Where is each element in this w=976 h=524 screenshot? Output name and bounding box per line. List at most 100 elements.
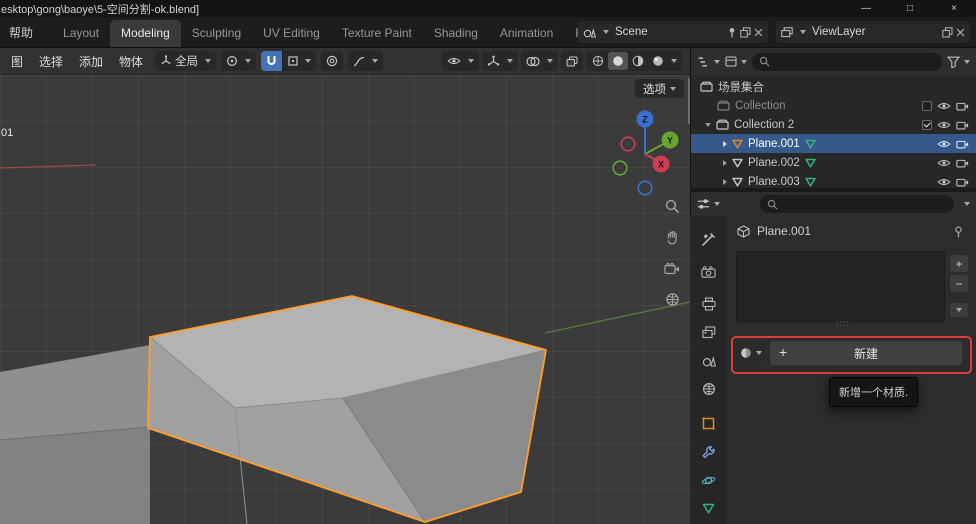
hide-eye-toggle[interactable] <box>937 158 951 168</box>
tab-modeling[interactable]: Modeling <box>110 20 181 47</box>
tab-texture-paint[interactable]: Texture Paint <box>331 20 423 47</box>
browse-material-dropdown[interactable] <box>736 341 766 365</box>
unlink-scene-icon[interactable] <box>754 28 763 37</box>
shading-wireframe-button[interactable] <box>588 52 608 70</box>
viewport-3d[interactable]: 选项 01 Z Y X <box>0 75 690 524</box>
expand-icon[interactable] <box>723 141 727 147</box>
camera-render-toggle[interactable] <box>956 177 969 187</box>
shading-solid-button[interactable] <box>608 52 628 70</box>
gizmos-dropdown[interactable] <box>482 51 518 71</box>
tab-object-data-icon[interactable] <box>698 498 719 519</box>
outliner-row-collection[interactable]: Collection <box>691 96 976 115</box>
hide-eye-toggle[interactable] <box>937 177 951 187</box>
filter-dropdown[interactable] <box>947 56 970 68</box>
tab-view-layer-icon[interactable] <box>698 322 719 343</box>
maximize-button[interactable]: □ <box>888 0 932 17</box>
shading-material-button[interactable] <box>628 52 648 70</box>
minimize-button[interactable]: — <box>844 0 888 17</box>
gizmo-neg-y[interactable] <box>613 161 627 175</box>
camera-render-toggle[interactable] <box>956 139 969 149</box>
overlays-dropdown[interactable] <box>521 51 558 71</box>
tab-scene-icon[interactable] <box>698 350 719 371</box>
snap-settings-dropdown[interactable] <box>282 51 316 71</box>
menu-add[interactable]: 添加 <box>72 53 110 70</box>
tab-output-icon[interactable] <box>698 293 719 314</box>
expand-icon[interactable] <box>723 179 727 185</box>
proportional-falloff-dropdown[interactable] <box>348 51 383 71</box>
slot-specials-dropdown[interactable] <box>950 303 968 317</box>
hide-eye-toggle[interactable] <box>937 139 951 149</box>
material-slot-list[interactable] <box>736 251 945 322</box>
add-slot-button[interactable]: + <box>950 255 968 272</box>
tab-tool-icon[interactable] <box>698 229 719 250</box>
collection-icon <box>716 119 729 130</box>
close-button[interactable]: × <box>932 0 976 17</box>
properties-tab-strip <box>690 216 727 524</box>
viewlayer-selector[interactable]: ViewLayer <box>776 21 970 43</box>
viewport-canvas[interactable] <box>0 75 690 524</box>
menu-select[interactable]: 选择 <box>32 53 70 70</box>
outliner-row-plane-001[interactable]: Plane.001 <box>691 134 976 153</box>
display-mode-dropdown[interactable] <box>725 56 747 67</box>
tab-modifiers-icon[interactable] <box>698 442 719 463</box>
expand-icon[interactable] <box>723 160 727 166</box>
outliner-scrollbar[interactable] <box>688 78 690 124</box>
proportional-editing-toggle[interactable] <box>321 51 343 71</box>
panel-resize-grip[interactable]: :::: <box>828 318 858 328</box>
tab-render-icon[interactable] <box>698 261 719 282</box>
outliner-row-scene-collection[interactable]: 场景集合 <box>691 77 976 96</box>
tab-object-icon[interactable] <box>698 413 719 434</box>
pan-hand-button[interactable] <box>662 227 682 247</box>
tab-physics-icon[interactable] <box>698 470 719 491</box>
menu-help[interactable]: 帮助 <box>0 24 42 41</box>
magnet-icon <box>266 55 277 67</box>
unselected-mesh-box[interactable] <box>0 345 150 524</box>
outliner-row-plane-002[interactable]: Plane.002 <box>691 153 976 172</box>
navigation-gizmo[interactable]: Z Y X <box>595 107 695 202</box>
outliner-search-input[interactable] <box>752 53 942 71</box>
camera-view-button[interactable] <box>662 259 682 279</box>
snap-toggle[interactable] <box>261 51 282 71</box>
remove-slot-button[interactable]: − <box>950 275 968 292</box>
editor-type-dropdown[interactable] <box>697 56 720 68</box>
selected-mesh-plane[interactable] <box>148 296 546 524</box>
transform-orientation-dropdown[interactable]: 全局 <box>155 51 216 71</box>
outliner-row-collection-2[interactable]: Collection 2 <box>691 115 976 134</box>
tab-sculpting[interactable]: Sculpting <box>181 20 252 47</box>
properties-search-input[interactable] <box>760 195 954 213</box>
scene-name: Scene <box>612 26 724 38</box>
hide-eye-toggle[interactable] <box>937 101 951 111</box>
menu-object[interactable]: 物体 <box>112 53 150 70</box>
xray-toggle[interactable] <box>561 51 583 71</box>
gizmo-neg-z[interactable] <box>638 181 652 195</box>
scene-selector[interactable]: Scene <box>578 21 768 43</box>
collapse-icon[interactable] <box>705 123 711 127</box>
camera-render-toggle[interactable] <box>956 158 969 168</box>
pivot-point-dropdown[interactable] <box>221 51 256 71</box>
visibility-dropdown[interactable] <box>442 51 479 71</box>
new-material-button[interactable]: + 新建 <box>770 341 962 365</box>
exclude-checkbox[interactable] <box>922 120 932 130</box>
menu-view[interactable]: 图 <box>4 53 30 70</box>
shading-rendered-button[interactable] <box>648 52 668 70</box>
tab-uv-editing[interactable]: UV Editing <box>252 20 331 47</box>
tab-shading[interactable]: Shading <box>423 20 489 47</box>
camera-render-toggle[interactable] <box>956 120 969 130</box>
editor-type-dropdown[interactable] <box>697 198 720 210</box>
tab-world-icon[interactable] <box>698 378 719 399</box>
pin-id-icon[interactable] <box>953 226 964 238</box>
remove-viewlayer-icon[interactable] <box>956 28 965 37</box>
chevron-down-icon <box>671 59 677 63</box>
tab-animation[interactable]: Animation <box>489 20 564 47</box>
options-dropdown[interactable]: 选项 <box>635 79 684 98</box>
camera-render-toggle[interactable] <box>956 101 969 111</box>
new-scene-icon[interactable] <box>740 27 751 38</box>
zoom-tool-button[interactable] <box>662 196 682 216</box>
exclude-checkbox[interactable] <box>922 101 932 111</box>
new-viewlayer-icon[interactable] <box>942 27 953 38</box>
ortho-perspective-button[interactable] <box>662 289 682 309</box>
gizmo-neg-x[interactable] <box>621 137 635 151</box>
pin-icon[interactable] <box>727 27 737 38</box>
tab-layout[interactable]: Layout <box>52 20 110 47</box>
hide-eye-toggle[interactable] <box>937 120 951 130</box>
